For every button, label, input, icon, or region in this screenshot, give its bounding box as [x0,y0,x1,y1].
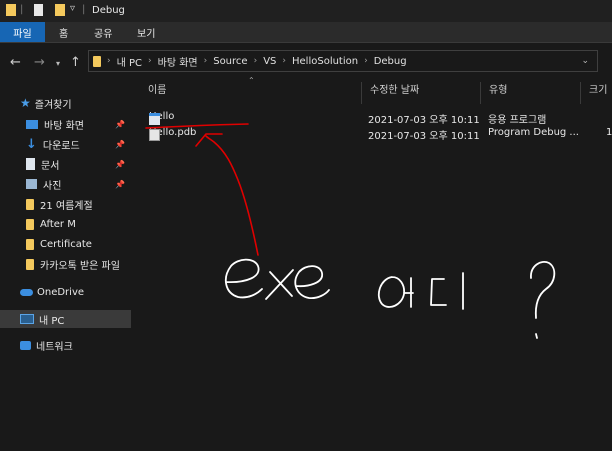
arrowhead-stroke [195,133,223,147]
underline-stroke [145,123,249,129]
handwritten-annotation [145,123,556,339]
handwritten-e-1 [224,258,263,299]
handwritten-e-2 [294,265,330,300]
handwritten-question [530,261,556,339]
handwritten-eo-circle [378,276,405,308]
handwritten-di [430,272,464,310]
arrow-stroke [205,135,259,256]
handwritten-x [265,269,294,300]
handwritten-eo-bar [403,277,414,308]
